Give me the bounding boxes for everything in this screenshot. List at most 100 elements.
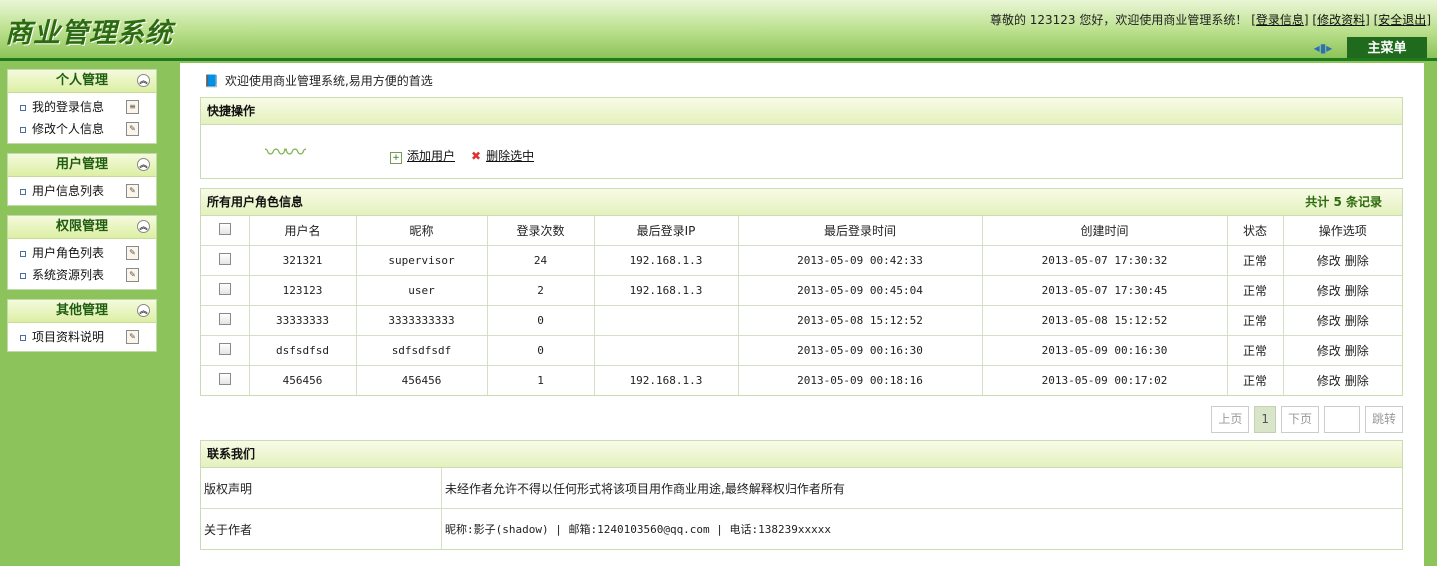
sidebar-item-edit-profile[interactable]: 修改个人信息 ✎ (8, 118, 156, 140)
select-all-cell[interactable] (201, 216, 250, 246)
collapse-icon[interactable]: ︽ (137, 74, 150, 87)
edit-icon: ✎ (126, 246, 139, 260)
edit-icon: ✎ (126, 268, 139, 282)
table-row: 321321 supervisor 24 192.168.1.3 2013-05… (201, 245, 1402, 276)
leaf-logo-icon: 〰〰 (265, 141, 306, 166)
logout-link[interactable]: 安全退出 (1378, 13, 1426, 27)
ops-cell: 修改 删除 (1282, 305, 1402, 336)
table-row: 456456 456456 1 192.168.1.3 2013-05-09 0… (201, 365, 1402, 395)
table-row: dsfsdfsd sdfsdfsdf 0 2013-05-09 00:16:30… (201, 335, 1402, 366)
sidebar-item-user-list[interactable]: 用户信息列表 ✎ (8, 180, 156, 202)
login-count-cell: 2 (486, 275, 595, 306)
collapse-icon[interactable]: ︽ (137, 158, 150, 171)
column-header: 最后登录时间 (737, 216, 983, 246)
column-header: 最后登录IP (593, 216, 739, 246)
welcome-bar: 尊敬的 123123 您好，欢迎使用商业管理系统！ [登录信息] [修改资料] … (989, 13, 1431, 27)
main-menu-tab[interactable]: 主菜单 (1347, 37, 1427, 59)
column-header: 用户名 (248, 216, 357, 246)
sidebar-group-other: 其他管理 ︽ 项目资料说明 ✎ (7, 299, 157, 352)
sidebar-item-project-info[interactable]: 项目资料说明 ✎ (8, 326, 156, 348)
row-checkbox[interactable] (218, 253, 231, 265)
edit-link[interactable]: 修改 (1317, 374, 1341, 388)
next-page-button[interactable]: 下页 (1280, 406, 1319, 433)
bullet-icon (20, 104, 26, 111)
add-icon: + (390, 152, 402, 164)
delete-selected-action[interactable]: ✖ 删除选中 (471, 147, 534, 164)
row-checkbox[interactable] (218, 373, 231, 385)
row-checkbox[interactable] (218, 343, 231, 355)
bullet-icon (20, 188, 26, 195)
collapse-icon[interactable]: ︽ (137, 220, 150, 233)
main-content: 📘 欢迎使用商业管理系统,易用方便的首选 快捷操作 〰〰 + 添加用户 ✖ 删除选中 … (180, 63, 1424, 566)
header-bar: 商业管理系统 尊敬的 123123 您好，欢迎使用商业管理系统！ [登录信息] … (0, 0, 1437, 59)
panel-title: 所有用户角色信息 (207, 195, 304, 209)
column-header: 登录次数 (486, 216, 595, 246)
sidebar-group-title: 其他管理 (55, 303, 108, 318)
delete-link[interactable]: 删除 (1345, 344, 1369, 358)
contact-value: 昵称:影子(shadow) | 邮箱:1240103560@qq.com | 电… (441, 508, 1402, 549)
select-all-checkbox[interactable] (218, 223, 231, 235)
prev-page-button[interactable]: 上页 (1211, 406, 1250, 433)
bullet-icon (20, 334, 26, 341)
delete-link[interactable]: 删除 (1345, 314, 1369, 328)
edit-link[interactable]: 修改 (1317, 344, 1341, 358)
row-checkbox[interactable] (218, 313, 231, 325)
login-info-link[interactable]: 登录信息 (1256, 13, 1304, 27)
sidebar-group-header[interactable]: 用户管理 ︽ (8, 154, 156, 177)
users-panel: 所有用户角色信息 共计 5 条记录 用户名 昵称 登录次数 最后登录IP 最后登… (200, 188, 1403, 396)
book-icon: 📘 (204, 74, 219, 88)
delete-icon: ✖ (471, 149, 482, 163)
delete-link[interactable]: 删除 (1345, 374, 1369, 388)
collapse-toggle-icon[interactable]: ◂▮▸ (1310, 41, 1336, 56)
edit-link[interactable]: 修改 (1317, 254, 1341, 268)
edit-icon: ✎ (126, 122, 139, 136)
edit-link[interactable]: 修改 (1317, 314, 1341, 328)
sidebar-group-header[interactable]: 个人管理 ︽ (8, 70, 156, 93)
edit-link[interactable]: 修改 (1317, 284, 1341, 298)
panel-header: 所有用户角色信息 共计 5 条记录 (201, 189, 1402, 216)
bullet-icon (20, 126, 26, 133)
column-header: 创建时间 (981, 216, 1228, 246)
ops-cell: 修改 删除 (1282, 365, 1402, 395)
nickname-cell: 456456 (355, 365, 488, 395)
app-title: 商业管理系统 (5, 18, 173, 49)
contact-value: 未经作者允许不得以任何形式将该项目用作商业用途,最终解释权归作者所有 (441, 468, 1402, 509)
add-user-action[interactable]: + 添加用户 (390, 147, 455, 164)
delete-link[interactable]: 删除 (1345, 284, 1369, 298)
collapse-icon[interactable]: ︽ (137, 304, 150, 317)
ops-cell: 修改 删除 (1282, 335, 1402, 366)
column-header: 操作选项 (1282, 216, 1402, 246)
sidebar-group-title: 个人管理 (55, 73, 108, 88)
delete-selected-link[interactable]: 删除选中 (486, 149, 534, 163)
jump-button[interactable]: 跳转 (1364, 406, 1403, 433)
header-divider (0, 58, 1437, 61)
sidebar-group-header[interactable]: 其他管理 ︽ (8, 300, 156, 323)
sidebar-item-resource-list[interactable]: 系统资源列表 ✎ (8, 264, 156, 286)
current-page-button[interactable]: 1 (1254, 406, 1276, 433)
sidebar-item-label: 系统资源列表 (32, 268, 105, 282)
table-row: 关于作者 昵称:影子(shadow) | 邮箱:1240103560@qq.co… (201, 508, 1402, 549)
status-cell: 正常 (1226, 275, 1284, 306)
sidebar-item-my-login-info[interactable]: 我的登录信息 ≡ (8, 96, 156, 118)
delete-link[interactable]: 删除 (1345, 254, 1369, 268)
created-cell: 2013-05-07 17:30:45 (981, 275, 1228, 306)
add-user-link[interactable]: 添加用户 (407, 149, 455, 163)
nickname-cell: user (355, 275, 488, 306)
sidebar-group-header[interactable]: 权限管理 ︽ (8, 216, 156, 239)
sidebar-item-role-list[interactable]: 用户角色列表 ✎ (8, 242, 156, 264)
document-icon: ≡ (126, 100, 139, 114)
table-row: 版权声明 未经作者允许不得以任何形式将该项目用作商业用途,最终解释权归作者所有 (201, 468, 1402, 509)
page-number-input[interactable] (1323, 406, 1360, 433)
row-checkbox[interactable] (218, 283, 231, 295)
panel-title: 联系我们 (201, 441, 1402, 468)
quick-actions-panel: 快捷操作 〰〰 + 添加用户 ✖ 删除选中 (200, 97, 1403, 179)
sidebar-group-permissions: 权限管理 ︽ 用户角色列表 ✎ 系统资源列表 ✎ (7, 215, 157, 290)
contact-label: 关于作者 (201, 508, 442, 549)
sidebar-group-personal: 个人管理 ︽ 我的登录信息 ≡ 修改个人信息 ✎ (7, 69, 157, 144)
login-count-cell: 24 (486, 245, 595, 276)
ip-cell (593, 335, 739, 366)
contact-label: 版权声明 (201, 468, 442, 509)
edit-profile-link[interactable]: 修改资料 (1317, 13, 1365, 27)
table-row: 33333333 3333333333 0 2013-05-08 15:12:5… (201, 305, 1402, 336)
column-header: 昵称 (355, 216, 488, 246)
